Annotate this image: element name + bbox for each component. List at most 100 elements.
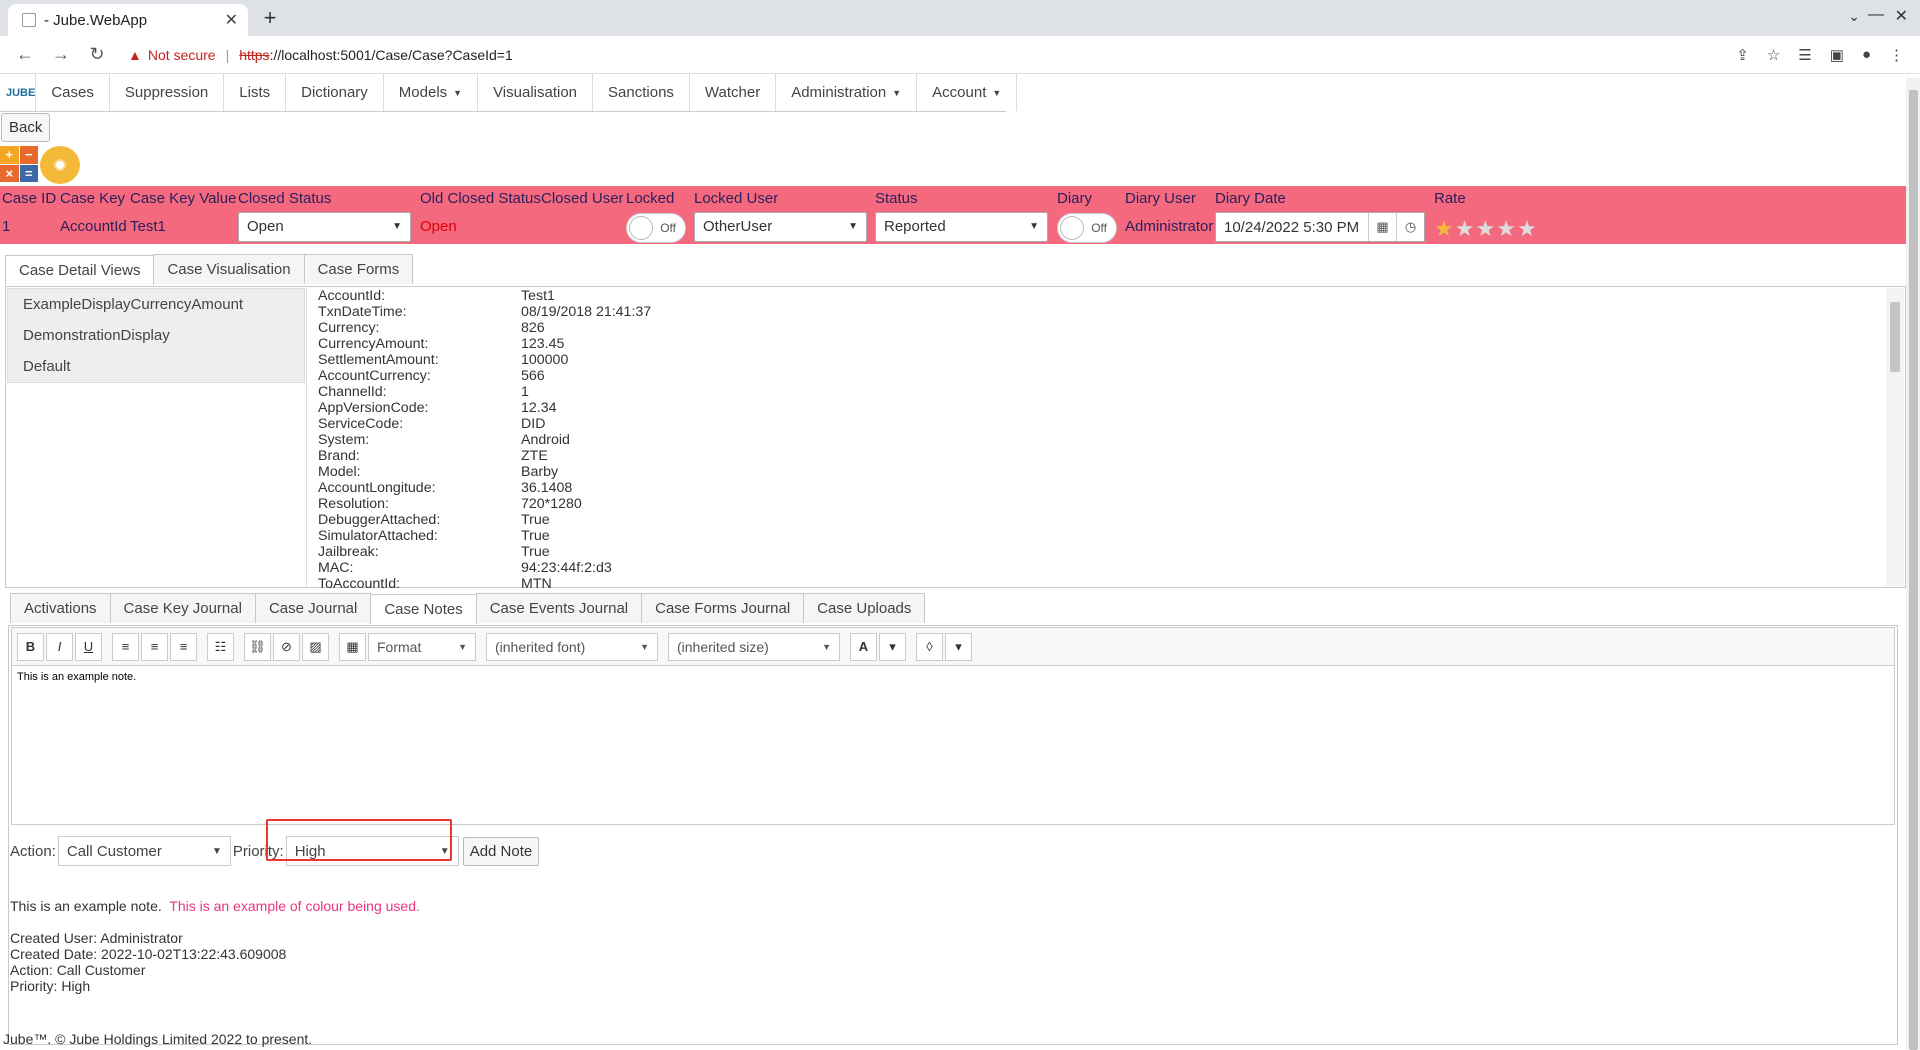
menu-administration[interactable]: Administration ▼ — [776, 74, 918, 111]
profile-icon[interactable]: ● — [1862, 46, 1871, 64]
share-icon[interactable]: ⇪ — [1736, 46, 1749, 64]
tab-case-events-journal[interactable]: Case Events Journal — [475, 593, 643, 623]
star-icon[interactable]: ★ — [1434, 216, 1455, 241]
back-arrow-icon[interactable]: ← — [10, 44, 40, 65]
format-value: Format — [377, 638, 422, 655]
detail-value: True — [521, 528, 550, 544]
calculator-icon[interactable]: + − × = — [0, 146, 38, 182]
detail-row: Brand: ZTE — [318, 448, 651, 464]
tab-case-journal[interactable]: Case Journal — [254, 593, 372, 623]
closed-status-select[interactable]: Open ▼ — [238, 212, 411, 242]
underline-icon[interactable]: U — [75, 632, 102, 661]
forward-arrow-icon[interactable]: → — [46, 44, 76, 65]
scroll-thumb[interactable] — [1890, 302, 1900, 372]
text-color-dropdown-icon[interactable]: ▾ — [879, 632, 906, 661]
view-item[interactable]: Default — [8, 351, 304, 382]
tab-case-uploads[interactable]: Case Uploads — [803, 593, 926, 623]
tab-search-icon[interactable]: ⌄ — [1848, 8, 1860, 25]
scroll-thumb[interactable] — [1909, 90, 1918, 1050]
detail-scrollbar[interactable] — [1886, 288, 1904, 586]
table-icon[interactable]: ▦ — [339, 632, 366, 661]
align-right-icon[interactable]: ≡ — [170, 632, 197, 661]
new-tab-icon[interactable]: + — [256, 4, 284, 32]
italic-icon[interactable]: I — [46, 632, 73, 661]
star-icon[interactable]: ★ — [1517, 216, 1538, 241]
diary-toggle[interactable]: Off — [1057, 213, 1117, 243]
menu-watcher[interactable]: Watcher — [690, 74, 777, 111]
reading-list-icon[interactable]: ☰ — [1798, 46, 1811, 64]
side-panel-icon[interactable]: ▣ — [1830, 46, 1844, 64]
diary-date-picker[interactable]: 10/24/2022 5:30 PM ▦ ◷ — [1215, 212, 1425, 242]
old-closed-status-label: Old Closed Status — [420, 190, 541, 207]
panel-splitter[interactable] — [306, 288, 310, 588]
menu-account[interactable]: Account ▼ — [917, 74, 1018, 111]
tab-case-forms[interactable]: Case Forms — [303, 254, 414, 284]
url-bar[interactable]: ▲ Not secure | https ://localhost:5001/C… — [128, 47, 1736, 63]
clock-icon[interactable]: ◷ — [1396, 213, 1424, 241]
tab-activations[interactable]: Activations — [10, 593, 111, 623]
menu-dictionary[interactable]: Dictionary — [286, 74, 384, 111]
background-color-icon[interactable]: ◊ — [916, 632, 943, 661]
detail-row: AccountId: Test1 — [318, 288, 651, 304]
note-text: This is an example note. — [10, 898, 162, 914]
detail-key: AccountCurrency: — [318, 368, 431, 384]
closed-user-label: Closed User — [541, 190, 624, 207]
action-select[interactable]: Call Customer ▼ — [57, 836, 231, 866]
menu-visualisation[interactable]: Visualisation — [478, 74, 594, 111]
calendar-icon[interactable]: ▦ — [1368, 213, 1396, 241]
close-icon[interactable]: ✕ — [225, 10, 238, 30]
format-select[interactable]: Format ▼ — [368, 632, 476, 661]
add-note-button[interactable]: Add Note — [462, 836, 540, 866]
background-color-dropdown-icon[interactable]: ▾ — [945, 632, 972, 661]
minimize-icon[interactable]: — — [1868, 6, 1884, 24]
link-icon[interactable]: ⛓ — [244, 632, 271, 661]
detail-value: 123.45 — [521, 336, 565, 352]
dropdown-arrow-icon: ▼ — [458, 641, 467, 652]
window-close-icon[interactable]: ✕ — [1895, 6, 1908, 26]
tab-case-key-journal[interactable]: Case Key Journal — [109, 593, 256, 623]
text-color-icon[interactable]: A — [850, 632, 877, 661]
detail-value: 100000 — [521, 352, 569, 368]
align-center-icon[interactable]: ≡ — [141, 632, 168, 661]
locked-toggle[interactable]: Off — [626, 213, 686, 243]
bold-icon[interactable]: B — [17, 632, 44, 661]
star-icon[interactable]: ★ — [1496, 216, 1517, 241]
app-menu-bar: JUBE Cases Suppression Lists Dictionary … — [0, 74, 1018, 112]
more-menu-icon[interactable]: ⋮ — [1889, 46, 1904, 64]
disc-icon[interactable] — [40, 146, 80, 184]
font-select[interactable]: (inherited font) ▼ — [486, 632, 658, 661]
detail-value: 12.34 — [521, 400, 557, 416]
menu-lists[interactable]: Lists — [224, 74, 287, 111]
align-left-icon[interactable]: ≡ — [112, 632, 139, 661]
diary-user-value: Administrator — [1125, 218, 1214, 235]
back-button[interactable]: Back — [1, 113, 51, 142]
tab-case-notes[interactable]: Case Notes — [370, 594, 477, 624]
image-icon[interactable]: ▨ — [302, 632, 329, 661]
tab-case-forms-journal[interactable]: Case Forms Journal — [641, 593, 805, 623]
menu-suppression[interactable]: Suppression — [110, 74, 225, 111]
diary-user-label: Diary User — [1125, 190, 1196, 207]
page-scrollbar[interactable] — [1906, 78, 1920, 1050]
size-select[interactable]: (inherited size) ▼ — [668, 632, 840, 661]
bookmark-star-icon[interactable]: ☆ — [1767, 46, 1780, 64]
tab-case-detail-views[interactable]: Case Detail Views — [5, 255, 155, 285]
unlink-icon[interactable]: ⊘ — [273, 632, 300, 661]
menu-cases[interactable]: Cases — [36, 74, 110, 111]
tab-case-visualisation[interactable]: Case Visualisation — [153, 254, 305, 284]
browser-tab[interactable]: - Jube.WebApp ✕ — [8, 4, 248, 36]
rate-label: Rate — [1434, 190, 1466, 207]
reload-icon[interactable]: ↻ — [82, 44, 112, 65]
locked-user-select[interactable]: OtherUser ▼ — [694, 212, 867, 242]
jube-logo[interactable]: JUBE — [6, 74, 37, 111]
view-item[interactable]: ExampleDisplayCurrencyAmount — [8, 289, 304, 320]
view-item[interactable]: DemonstrationDisplay — [8, 320, 304, 351]
rating-stars[interactable]: ★★★★★ — [1434, 216, 1538, 242]
status-select[interactable]: Reported ▼ — [875, 212, 1048, 242]
detail-key: Resolution: — [318, 496, 389, 512]
star-icon[interactable]: ★ — [1475, 216, 1496, 241]
menu-sanctions[interactable]: Sanctions — [593, 74, 690, 111]
bullet-list-icon[interactable]: ☷ — [207, 632, 234, 661]
note-editor[interactable]: This is an example note. — [11, 665, 1895, 825]
star-icon[interactable]: ★ — [1455, 216, 1476, 241]
menu-models[interactable]: Models ▼ — [384, 74, 479, 111]
